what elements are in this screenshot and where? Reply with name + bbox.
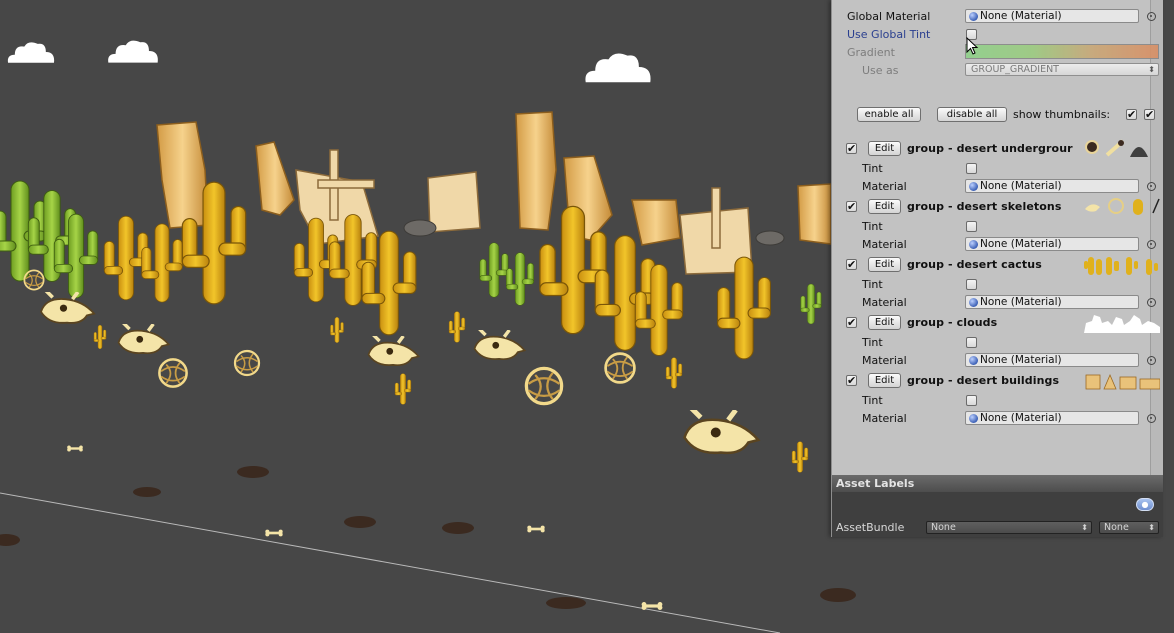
- group-enabled-checkbox[interactable]: ✔: [846, 201, 857, 212]
- material-icon: [969, 182, 978, 191]
- thumbnail-icon: [1084, 197, 1102, 217]
- edit-button[interactable]: Edit: [868, 199, 901, 214]
- group-enabled-checkbox[interactable]: ✔: [846, 143, 857, 154]
- thumbnail-icon: [1129, 197, 1147, 217]
- object-picker-icon[interactable]: [1147, 240, 1156, 249]
- group-enabled-checkbox[interactable]: ✔: [846, 375, 857, 386]
- material-label: Material: [862, 354, 907, 367]
- group-title: group - desert undergrour: [907, 142, 1073, 155]
- assetbundle-variant-value: None: [1104, 522, 1129, 533]
- dropdown-arrow-icon: ⬍: [1081, 523, 1088, 532]
- thumbnail-icon: [1107, 197, 1125, 217]
- assetbundle-value: None: [931, 522, 956, 533]
- tint-checkbox[interactable]: [966, 395, 977, 406]
- global-material-label: Global Material: [847, 10, 931, 23]
- enable-all-button[interactable]: enable all: [857, 107, 921, 122]
- group-thumbnails: [1084, 139, 1162, 159]
- tint-label: Tint: [862, 278, 883, 291]
- asset-labels-body: ● AssetBundle None ⬍ None ⬍: [832, 492, 1163, 537]
- show-thumbnails-label: show thumbnails:: [1013, 108, 1111, 121]
- material-label: Material: [862, 180, 907, 193]
- use-global-tint-label: Use Global Tint: [847, 28, 931, 41]
- group-enabled-checkbox[interactable]: ✔: [846, 259, 857, 270]
- material-field[interactable]: None (Material): [965, 411, 1139, 425]
- group-title: group - clouds: [907, 316, 998, 329]
- group-thumbnails: [1084, 197, 1162, 217]
- mouse-cursor-icon: [966, 37, 979, 55]
- material-field[interactable]: None (Material): [965, 237, 1139, 251]
- asset-labels-header[interactable]: Asset Labels: [832, 475, 1163, 492]
- inspector-panel: Global Material None (Material) Use Glob…: [831, 0, 1163, 537]
- material-icon: [969, 12, 978, 21]
- disable-all-button[interactable]: disable all: [937, 107, 1007, 122]
- tint-label: Tint: [862, 336, 883, 349]
- object-picker-icon[interactable]: [1147, 356, 1156, 365]
- global-material-field[interactable]: None (Material): [965, 9, 1139, 23]
- thumbnail-icon: [1151, 197, 1160, 217]
- group-title: group - desert skeletons: [907, 200, 1062, 213]
- gradient-field[interactable]: [965, 44, 1159, 59]
- group-title: group - desert cactus: [907, 258, 1042, 271]
- material-label: Material: [862, 412, 907, 425]
- edit-button[interactable]: Edit: [868, 315, 901, 330]
- group-thumbnails: [1084, 255, 1162, 275]
- material-field[interactable]: None (Material): [965, 353, 1139, 367]
- dropdown-arrow-icon: ⬍: [1148, 523, 1155, 532]
- tint-label: Tint: [862, 162, 883, 175]
- use-as-label: Use as: [862, 64, 899, 77]
- group-thumbnails: [1084, 313, 1162, 333]
- assetbundle-dropdown[interactable]: None ⬍: [926, 521, 1092, 534]
- thumbnail-icon: [1129, 139, 1149, 159]
- object-picker-icon[interactable]: [1147, 12, 1156, 21]
- object-picker-icon[interactable]: [1147, 182, 1156, 191]
- assetbundle-variant-dropdown[interactable]: None ⬍: [1099, 521, 1159, 534]
- material-value: None (Material): [980, 180, 1062, 192]
- material-icon: [969, 298, 978, 307]
- group-enabled-checkbox[interactable]: ✔: [846, 317, 857, 328]
- material-icon: [969, 414, 978, 423]
- material-label: Material: [862, 238, 907, 251]
- tint-label: Tint: [862, 394, 883, 407]
- thumbnail-icon: [1084, 371, 1161, 391]
- material-value: None (Material): [980, 296, 1062, 308]
- tint-checkbox[interactable]: [966, 337, 977, 348]
- assetbundle-label: AssetBundle: [836, 521, 905, 534]
- gradient-label: Gradient: [847, 46, 895, 59]
- label-tag-icon[interactable]: ●: [1136, 498, 1154, 511]
- material-icon: [969, 240, 978, 249]
- thumbnail-icon: [1084, 139, 1100, 159]
- dropdown-arrow-icon: ⬍: [1148, 65, 1155, 74]
- group-title: group - desert buildings: [907, 374, 1060, 387]
- material-label: Material: [862, 296, 907, 309]
- tint-checkbox[interactable]: [966, 221, 977, 232]
- thumbnail-icon: [1105, 139, 1125, 159]
- group-thumbnails: [1084, 371, 1162, 391]
- use-as-value: GROUP_GRADIENT: [971, 64, 1059, 75]
- material-icon: [969, 356, 978, 365]
- material-value: None (Material): [980, 354, 1062, 366]
- edit-button[interactable]: Edit: [868, 141, 901, 156]
- show-thumbnails-checkbox[interactable]: ✔: [1126, 109, 1137, 120]
- object-picker-icon[interactable]: [1147, 414, 1156, 423]
- use-as-dropdown[interactable]: GROUP_GRADIENT ⬍: [965, 63, 1159, 76]
- edit-button[interactable]: Edit: [868, 257, 901, 272]
- material-field[interactable]: None (Material): [965, 295, 1139, 309]
- object-picker-icon[interactable]: [1147, 298, 1156, 307]
- thumbnail-icon: [1084, 255, 1160, 275]
- material-field[interactable]: None (Material): [965, 179, 1139, 193]
- thumbnail-icon: [1084, 313, 1160, 333]
- material-value: None (Material): [980, 238, 1062, 250]
- material-value: None (Material): [980, 412, 1062, 424]
- edit-button[interactable]: Edit: [868, 373, 901, 388]
- global-material-value: None (Material): [980, 10, 1062, 22]
- tint-label: Tint: [862, 220, 883, 233]
- tint-checkbox[interactable]: [966, 279, 977, 290]
- show-thumbnails-checkbox-2[interactable]: ✔: [1144, 109, 1155, 120]
- tint-checkbox[interactable]: [966, 163, 977, 174]
